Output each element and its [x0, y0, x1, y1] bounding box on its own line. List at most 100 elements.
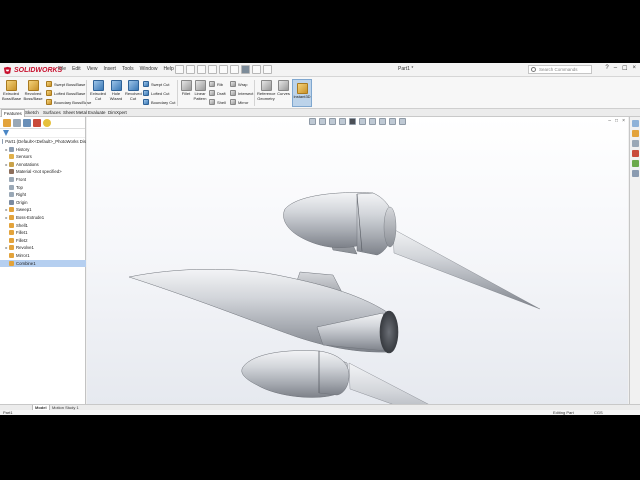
- linear-pattern-button[interactable]: Linear Pattern: [193, 80, 207, 101]
- feature-tree-item[interactable]: Mirror1: [0, 252, 86, 259]
- instant3d-button[interactable]: Instant3D: [292, 79, 312, 107]
- boundary-boss-button[interactable]: Boundary Boss/Base: [46, 99, 91, 105]
- feature-tree-label: History: [16, 146, 30, 152]
- maximize-icon[interactable]: ☐: [622, 65, 627, 72]
- new-document-icon[interactable]: [175, 65, 184, 74]
- menu-window[interactable]: Window: [140, 66, 158, 72]
- feature-tree-item[interactable]: Top: [0, 184, 86, 191]
- wrap-icon: [230, 81, 236, 87]
- property-manager-icon[interactable]: [13, 118, 21, 127]
- swept-cut-button[interactable]: Swept Cut: [143, 81, 169, 87]
- feature-tree-icon[interactable]: [3, 118, 11, 127]
- menu-tools[interactable]: Tools: [122, 66, 134, 72]
- wrap-button[interactable]: Wrap: [230, 81, 247, 87]
- tab-sketch[interactable]: Sketch: [23, 109, 41, 117]
- menu-file[interactable]: File: [58, 66, 66, 72]
- reference-geometry-button[interactable]: Reference Geometry: [257, 80, 275, 101]
- tab-dimxpert[interactable]: DimXpert: [106, 109, 129, 117]
- menu-help[interactable]: Help: [163, 66, 173, 72]
- swept-boss-button[interactable]: Swept Boss/Base: [46, 81, 85, 87]
- mirror-button[interactable]: Mirror: [230, 99, 248, 105]
- feature-tree-item[interactable]: ▸ Annotations: [0, 161, 86, 168]
- file-explorer-icon[interactable]: [631, 140, 639, 147]
- boundary-cut-button[interactable]: Boundary Cut: [143, 99, 175, 105]
- feature-tree-item[interactable]: Shell1: [0, 222, 86, 229]
- display-manager-icon[interactable]: [43, 118, 51, 127]
- feature-tree-item[interactable]: Part1 (Default<<Default>_PhotoWorks Dis: [0, 138, 86, 145]
- tab-surfaces[interactable]: Surfaces: [41, 109, 63, 117]
- feature-tree-item[interactable]: ▸ Boss-Extrude1: [0, 214, 86, 221]
- undo-icon[interactable]: [219, 65, 228, 74]
- dimxpert-manager-icon[interactable]: [33, 118, 41, 127]
- spaceship-3d-model[interactable]: [87, 117, 628, 404]
- intersect-label: Intersect: [238, 90, 254, 96]
- tab-evaluate[interactable]: Evaluate: [86, 109, 108, 117]
- menu-view[interactable]: View: [87, 66, 98, 72]
- fillet-button[interactable]: Fillet: [180, 80, 192, 97]
- status-units[interactable]: CGS: [594, 410, 603, 415]
- print-icon[interactable]: [208, 65, 217, 74]
- tab-features[interactable]: Features: [1, 109, 25, 117]
- feature-tree-item[interactable]: ▸ History: [0, 146, 86, 153]
- feature-tree-filter[interactable]: [0, 129, 85, 138]
- intersect-button[interactable]: Intersect: [230, 90, 253, 96]
- revolved-boss-button[interactable]: Revolved Boss/Base: [22, 80, 44, 101]
- solidworks-logo[interactable]: SOLIDWORKS: [3, 65, 62, 75]
- rebuild-icon[interactable]: [241, 65, 250, 74]
- feature-tree-item[interactable]: Fillet2: [0, 237, 86, 244]
- feature-tree-item[interactable]: Sensors: [0, 153, 86, 160]
- lofted-boss-button[interactable]: Lofted Boss/Base: [46, 90, 85, 96]
- curves-button[interactable]: Curves: [277, 80, 290, 97]
- status-mode: Editing Part: [553, 410, 574, 415]
- options-icon[interactable]: [263, 65, 272, 74]
- extruded-boss-button[interactable]: Extruded Boss/Base: [2, 80, 21, 101]
- feature-tree-item[interactable]: ▸ Revolve1: [0, 244, 86, 251]
- design-library-icon[interactable]: [631, 130, 639, 137]
- solidworks-resources-icon[interactable]: [631, 120, 639, 127]
- tab-sheet-metal[interactable]: Sheet Metal: [61, 109, 89, 117]
- window-controls: ? – ☐ ×: [605, 65, 636, 72]
- shell-button[interactable]: Shell: [209, 99, 226, 105]
- feature-tree-item[interactable]: Combine1: [0, 259, 86, 267]
- appearances-icon[interactable]: [631, 160, 639, 167]
- feature-tree-item[interactable]: Front: [0, 176, 86, 183]
- open-icon[interactable]: [186, 65, 195, 74]
- search-placeholder: Search Commands: [539, 67, 578, 72]
- minimize-icon[interactable]: –: [614, 65, 617, 72]
- feature-tree-label: Fillet1: [16, 230, 28, 236]
- feature-tree-item[interactable]: Right: [0, 191, 86, 198]
- revolved-cut-button[interactable]: Revolved Cut: [125, 80, 142, 101]
- graphics-area[interactable]: – □ ×: [87, 117, 628, 404]
- feature-tree-label: Right: [16, 192, 27, 198]
- lofted-cut-button[interactable]: Lofted Cut: [143, 90, 169, 96]
- lofted-cut-icon: [143, 90, 149, 96]
- select-icon[interactable]: [230, 65, 239, 74]
- feature-icon: [9, 184, 14, 190]
- feature-tree-item[interactable]: Fillet1: [0, 229, 86, 236]
- file-properties-icon[interactable]: [252, 65, 261, 74]
- save-icon[interactable]: [197, 65, 206, 74]
- menu-edit[interactable]: Edit: [72, 66, 81, 72]
- search-commands-input[interactable]: Search Commands: [528, 65, 592, 74]
- status-bar: Part1 Editing Part CGS: [0, 410, 640, 415]
- feature-tree-item[interactable]: ▸ Sweep1: [0, 206, 86, 213]
- swept-cut-icon: [143, 81, 149, 87]
- view-palette-icon[interactable]: [631, 150, 639, 157]
- hole-wizard-button[interactable]: Hole Wizard: [108, 80, 124, 101]
- help-icon[interactable]: ?: [605, 65, 608, 72]
- linear-pattern-label: Linear Pattern: [193, 91, 207, 101]
- feature-tree-label: Mirror1: [16, 253, 30, 258]
- feature-tree-item[interactable]: Material <not specified>: [0, 168, 86, 175]
- custom-properties-icon[interactable]: [631, 170, 639, 177]
- feature-tree-label: Fillet2: [16, 237, 28, 243]
- configuration-manager-icon[interactable]: [23, 118, 31, 127]
- extruded-cut-icon: [92, 80, 104, 91]
- feature-tree-item[interactable]: Origin: [0, 199, 86, 206]
- rib-button[interactable]: Rib: [209, 81, 223, 87]
- lofted-cut-label: Lofted Cut: [151, 90, 170, 96]
- menu-insert[interactable]: Insert: [103, 66, 116, 72]
- boundary-cut-icon: [143, 99, 149, 105]
- draft-button[interactable]: Draft: [209, 90, 226, 96]
- close-icon[interactable]: ×: [632, 65, 636, 72]
- extruded-cut-button[interactable]: Extruded Cut: [89, 80, 107, 101]
